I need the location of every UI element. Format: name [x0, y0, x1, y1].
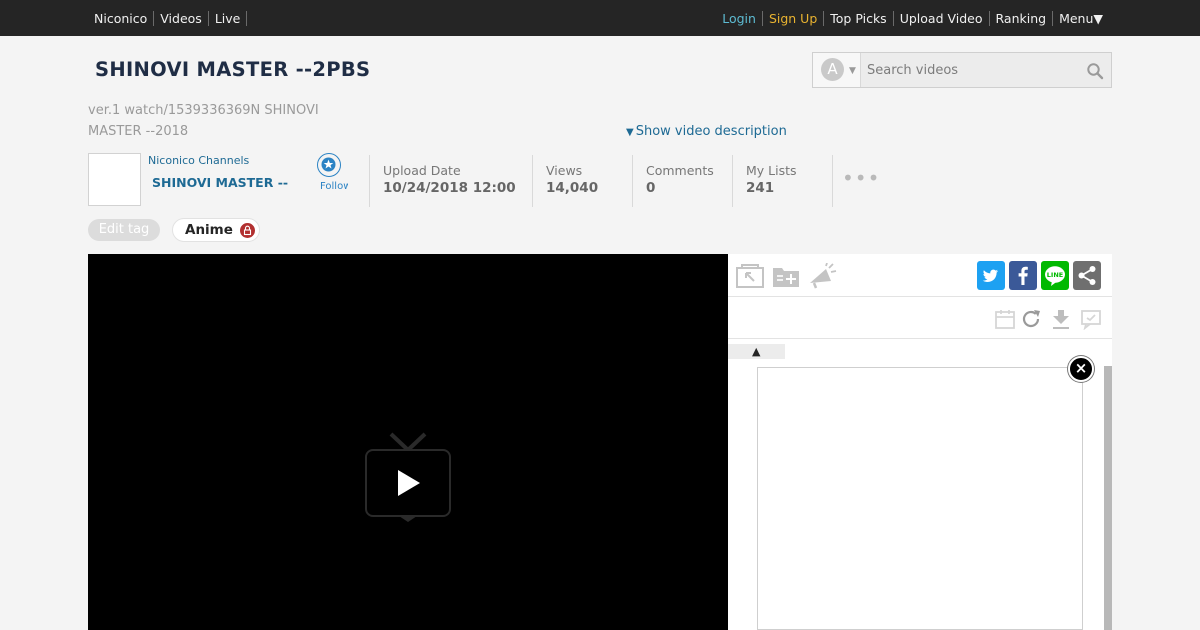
more-options-icon[interactable]: •••: [842, 166, 880, 190]
channel-thumbnail[interactable]: [88, 153, 141, 206]
upload-date-label: Upload Date: [383, 163, 461, 178]
calendar-icon[interactable]: [994, 308, 1016, 330]
tag-anime[interactable]: Anime: [172, 218, 260, 242]
comment-hide-icon[interactable]: [1080, 308, 1102, 330]
nav-link-live[interactable]: Live: [209, 10, 248, 26]
comments-value: 0: [646, 180, 656, 196]
facebook-icon[interactable]: [1009, 261, 1037, 290]
advertise-icon[interactable]: [807, 263, 837, 289]
close-icon[interactable]: ×: [1068, 356, 1094, 382]
side-panel-toolbar: LINE: [728, 254, 1112, 297]
top-navigation-bar: Niconico Videos Live Login Sign Up Top P…: [0, 0, 1200, 36]
stat-mylists: My Lists 241: [732, 155, 832, 207]
side-panel: LINE ▲ ×: [728, 254, 1112, 630]
add-mylist-icon[interactable]: [771, 263, 801, 289]
share-icon[interactable]: [1073, 261, 1101, 290]
nav-link-ranking[interactable]: Ranking: [990, 10, 1054, 26]
refresh-icon[interactable]: [1020, 308, 1042, 330]
clip-icon[interactable]: [735, 263, 765, 289]
search-type-letter: A: [821, 58, 844, 81]
search-icon[interactable]: [1086, 62, 1104, 80]
search-input[interactable]: [863, 56, 1083, 84]
comment-scrollbar[interactable]: [1104, 366, 1112, 630]
nav-link-niconico[interactable]: Niconico: [88, 10, 155, 26]
login-link[interactable]: Login: [722, 10, 763, 26]
collapse-arrow-icon[interactable]: ▲: [752, 345, 760, 358]
tv-play-icon[interactable]: [365, 432, 451, 522]
views-label: Views: [546, 163, 583, 178]
nav-link-upload-video[interactable]: Upload Video: [894, 10, 990, 26]
stat-views: Views 14,040: [532, 155, 632, 207]
svg-text:LINE: LINE: [1047, 271, 1063, 279]
search-type-selector[interactable]: A ▼: [813, 53, 861, 87]
autoscroll-icon[interactable]: [1050, 308, 1072, 330]
stat-comments: Comments 0: [632, 155, 732, 207]
stat-upload-date: Upload Date 10/24/2018 12:00: [369, 155, 533, 207]
comment-popup-frame: [757, 367, 1083, 630]
tag-label: Anime: [185, 222, 233, 238]
video-title: SHINOVI MASTER --2PBS: [95, 58, 371, 81]
video-player[interactable]: [88, 254, 728, 630]
show-description-label: Show video description: [635, 124, 787, 139]
signup-link[interactable]: Sign Up: [763, 10, 825, 26]
star-follow-icon: [317, 153, 341, 177]
nav-right: Login Sign Up Top Picks Upload Video Ran…: [722, 0, 1109, 36]
follow-button[interactable]: Follow: [314, 153, 348, 195]
line-icon[interactable]: LINE: [1041, 261, 1069, 290]
twitter-icon[interactable]: [977, 261, 1005, 290]
search-box: A ▼: [812, 52, 1112, 88]
caret-down-icon: ▼: [626, 127, 634, 138]
edit-tag-button[interactable]: Edit tag: [88, 219, 160, 241]
nav-link-top-picks[interactable]: Top Picks: [824, 10, 894, 26]
nav-left: Niconico Videos Live: [88, 0, 248, 36]
channel-name-link[interactable]: SHINOVI MASTER --: [152, 175, 288, 190]
comments-label: Comments: [646, 163, 714, 178]
nav-link-videos[interactable]: Videos: [154, 10, 209, 26]
views-value: 14,040: [546, 180, 599, 196]
video-breadcrumb: ver.1 watch/1539336369N SHINOVI MASTER -…: [88, 103, 319, 139]
chevron-down-icon: ▼: [849, 66, 856, 76]
mylists-value: 241: [746, 180, 775, 196]
lock-icon: [240, 223, 255, 238]
upload-date-value: 10/24/2018 12:00: [383, 180, 516, 196]
menu-dropdown[interactable]: Menu▼: [1053, 11, 1109, 26]
channel-type-link[interactable]: Niconico Channels: [148, 154, 249, 167]
follow-label: Follow: [320, 181, 348, 192]
show-description-button[interactable]: ▼ Show video description: [626, 124, 787, 139]
stat-divider: [832, 155, 833, 207]
mylists-label: My Lists: [746, 163, 797, 178]
comment-list-toolbar: [728, 298, 1112, 339]
